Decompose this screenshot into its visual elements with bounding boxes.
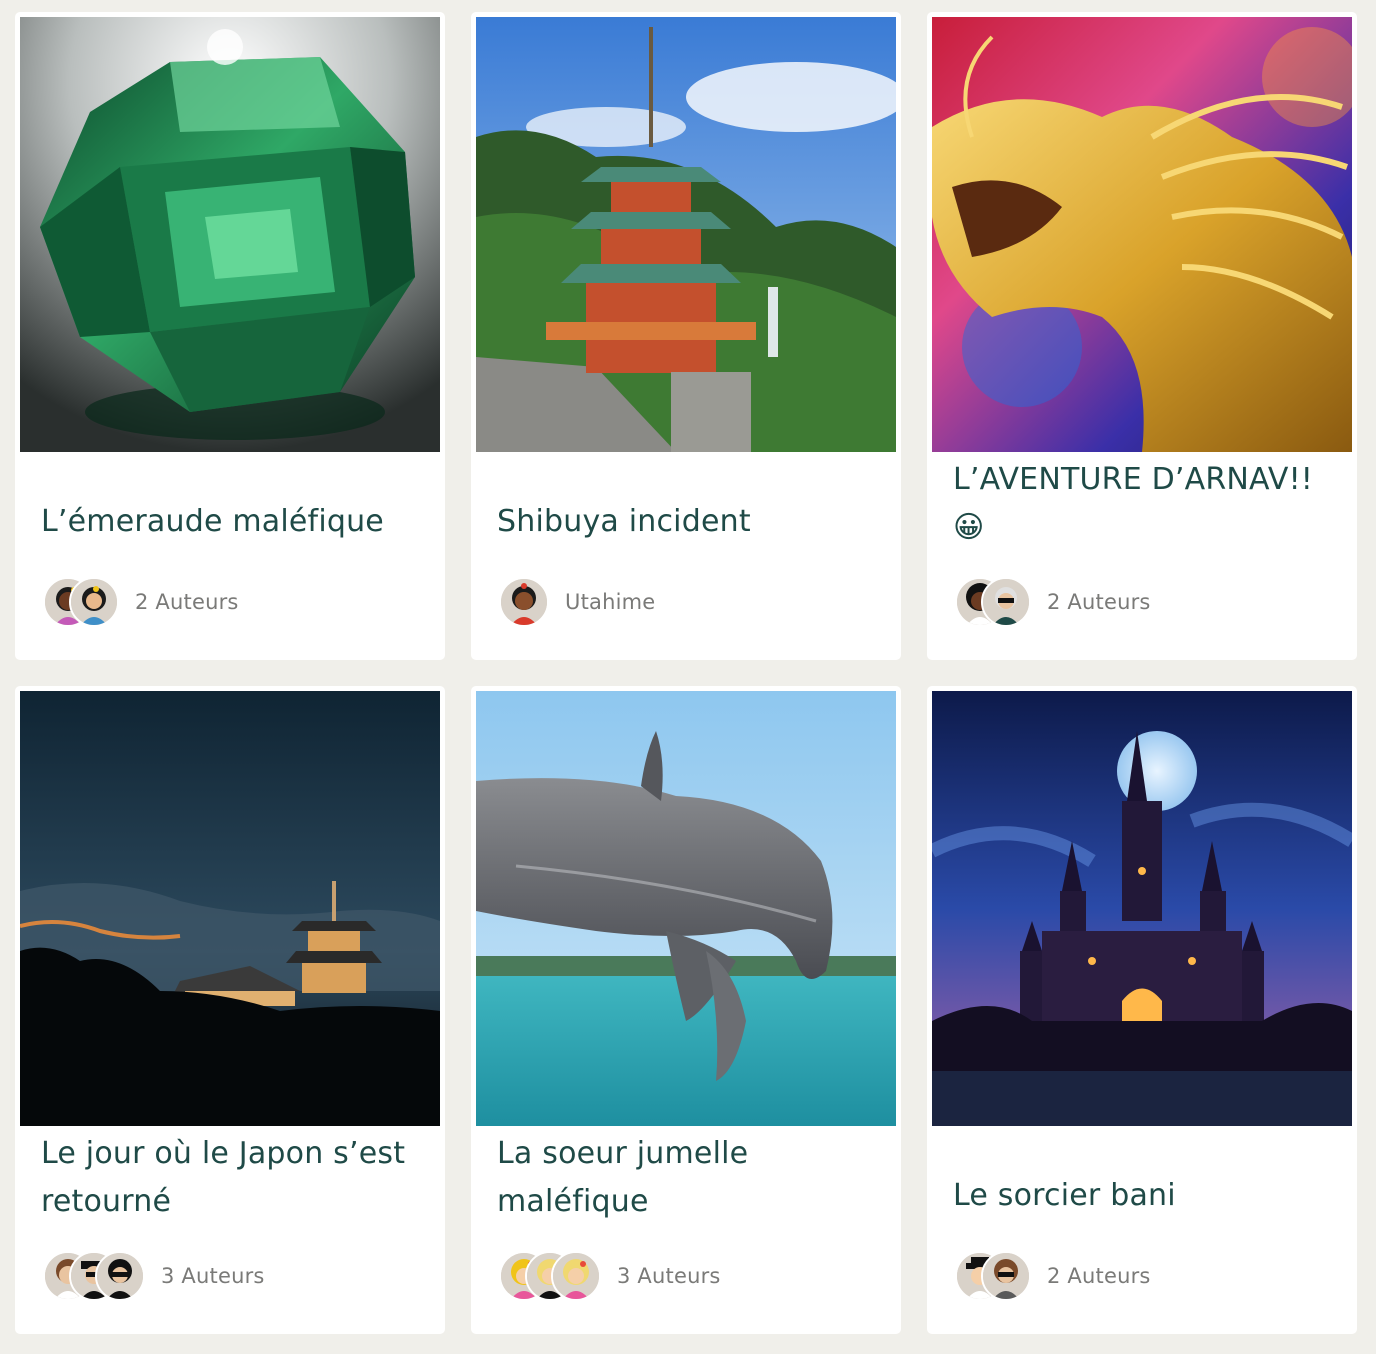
story-authors: 3 Auteurs xyxy=(499,1250,721,1302)
author-avatars xyxy=(955,1251,1031,1301)
authors-label: 3 Auteurs xyxy=(617,1264,721,1288)
avatar xyxy=(95,1251,145,1301)
avatar xyxy=(981,577,1031,627)
story-title[interactable]: L’émeraude maléfique xyxy=(41,452,423,592)
story-cover-image[interactable] xyxy=(932,691,1352,1126)
avatar xyxy=(69,577,119,627)
author-avatars xyxy=(499,577,549,627)
story-authors: 2 Auteurs xyxy=(955,1250,1151,1302)
story-title[interactable]: L’AVENTURE D’ARNAV!! 😀 xyxy=(953,456,1335,566)
story-card[interactable]: Le jour où le Japon s’est retourné 3 Aut… xyxy=(15,686,445,1334)
story-card[interactable]: Shibuya incident Utahime xyxy=(471,12,901,660)
story-title[interactable]: La soeur jumelle maléfique xyxy=(497,1114,879,1242)
story-card[interactable]: L’AVENTURE D’ARNAV!! 😀 2 Auteurs xyxy=(927,12,1357,660)
authors-label: 2 Auteurs xyxy=(1047,1264,1151,1288)
story-title[interactable]: Le jour où le Japon s’est retourné xyxy=(41,1114,423,1242)
golden-dragon-image xyxy=(932,17,1352,452)
avatar xyxy=(981,1251,1031,1301)
authors-label: Utahime xyxy=(565,590,656,614)
story-title[interactable]: Le sorcier bani xyxy=(953,1126,1335,1266)
dark-castle-image xyxy=(932,691,1352,1126)
authors-label: 2 Auteurs xyxy=(1047,590,1151,614)
story-authors: Utahime xyxy=(499,576,655,628)
avatar xyxy=(551,1251,601,1301)
author-avatars xyxy=(43,577,119,627)
story-title[interactable]: Shibuya incident xyxy=(497,452,879,592)
authors-label: 3 Auteurs xyxy=(161,1264,265,1288)
story-grid: L’émeraude maléfique 2 Auteurs Shibuya i… xyxy=(15,12,1357,1334)
author-avatars xyxy=(499,1251,601,1301)
story-cover-image[interactable] xyxy=(476,17,896,452)
night-temple-image xyxy=(20,691,440,1126)
author-avatars xyxy=(43,1251,145,1301)
authors-label: 2 Auteurs xyxy=(135,590,239,614)
leaping-dolphin-image xyxy=(476,691,896,1126)
story-cover-image[interactable] xyxy=(20,17,440,452)
story-cover-image[interactable] xyxy=(932,17,1352,452)
story-card[interactable]: Le sorcier bani 2 Auteurs xyxy=(927,686,1357,1334)
japanese-pagoda-image xyxy=(476,17,896,452)
emerald-gem-image xyxy=(20,17,440,452)
story-authors: 2 Auteurs xyxy=(955,576,1151,628)
story-card[interactable]: L’émeraude maléfique 2 Auteurs xyxy=(15,12,445,660)
story-authors: 2 Auteurs xyxy=(43,576,239,628)
avatar xyxy=(499,577,549,627)
author-avatars xyxy=(955,577,1031,627)
story-card[interactable]: La soeur jumelle maléfique 3 Auteurs xyxy=(471,686,901,1334)
story-cover-image[interactable] xyxy=(20,691,440,1126)
story-authors: 3 Auteurs xyxy=(43,1250,265,1302)
story-cover-image[interactable] xyxy=(476,691,896,1126)
